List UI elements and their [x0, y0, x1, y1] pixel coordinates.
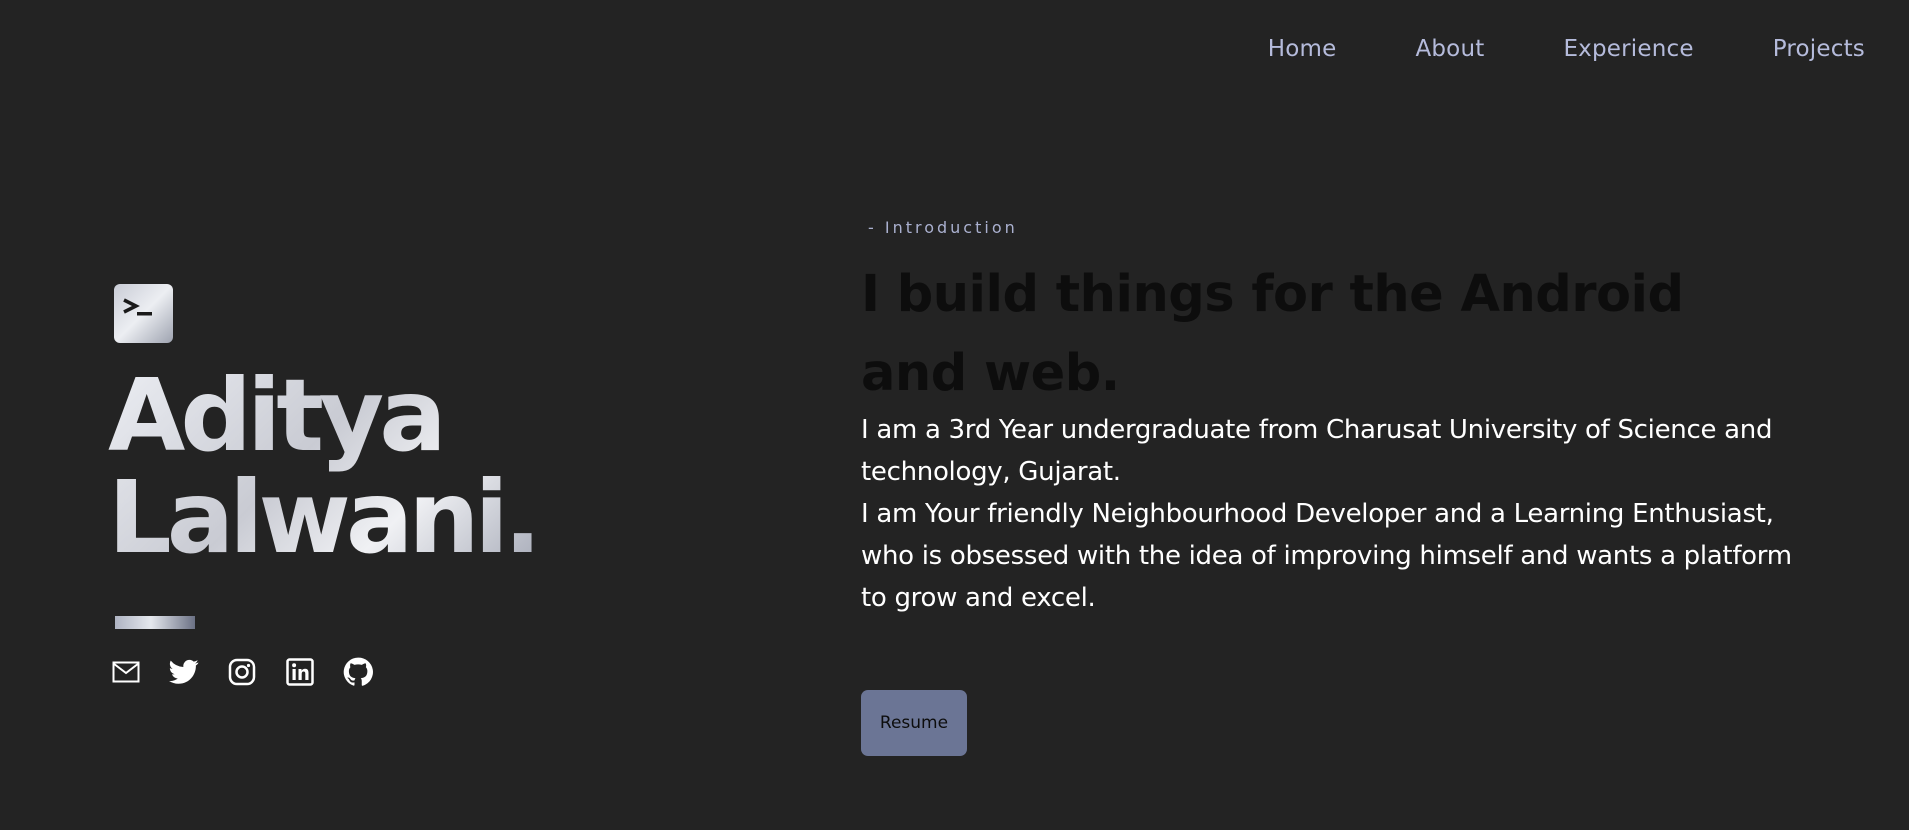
nav-about-link[interactable]: About [1415, 36, 1484, 62]
portfolio-page: Home About Experience Projects Aditya La… [0, 0, 1909, 830]
intro-label: - Introduction [868, 218, 1018, 237]
top-nav: Home About Experience Projects [1268, 36, 1865, 62]
github-icon[interactable] [343, 657, 373, 687]
bio-paragraph-education: I am a 3rd Year undergraduate from Charu… [861, 415, 1773, 487]
hero-name: Aditya Lalwani. [108, 365, 537, 569]
terminal-icon [114, 284, 173, 343]
social-links [111, 657, 373, 687]
twitter-icon[interactable] [169, 657, 199, 687]
intro-bio: I am a 3rd Year undergraduate from Charu… [861, 409, 1821, 619]
nav-home-link[interactable]: Home [1268, 36, 1337, 62]
accent-divider [115, 616, 195, 629]
bio-paragraph-about: I am Your friendly Neighbourhood Develop… [861, 499, 1792, 613]
instagram-icon[interactable] [227, 657, 257, 687]
hero-name-last: Lalwani. [108, 459, 537, 576]
intro-headline: I build things for the Android and web. [861, 265, 1684, 403]
nav-experience-link[interactable]: Experience [1563, 36, 1693, 62]
nav-projects-link[interactable]: Projects [1773, 36, 1865, 62]
resume-button[interactable]: Resume [861, 690, 967, 756]
mail-icon[interactable] [111, 657, 141, 687]
linkedin-icon[interactable] [285, 657, 315, 687]
hero-name-first: Aditya [108, 357, 442, 474]
